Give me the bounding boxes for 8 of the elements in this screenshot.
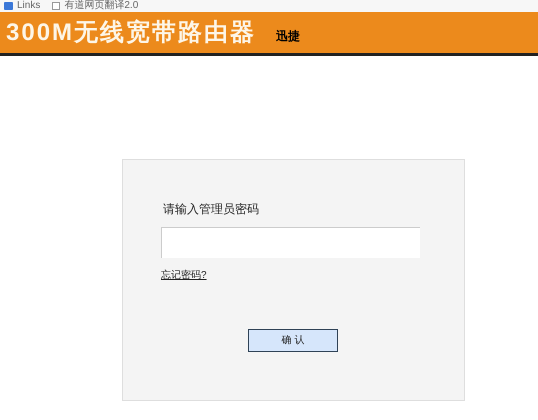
confirm-button[interactable]: 确 认 [248, 329, 338, 352]
header-title: 300M无线宽带路由器 [6, 19, 256, 47]
bookmark-link[interactable]: 有道网页翻译2.0 [64, 0, 138, 12]
password-label: 请输入管理员密码 [163, 201, 260, 218]
bookmark-link[interactable]: Links [17, 0, 40, 12]
brand-name: 迅捷 [276, 28, 300, 45]
forgot-password-link[interactable]: 忘记密码? [161, 268, 207, 283]
password-field[interactable] [161, 227, 420, 258]
